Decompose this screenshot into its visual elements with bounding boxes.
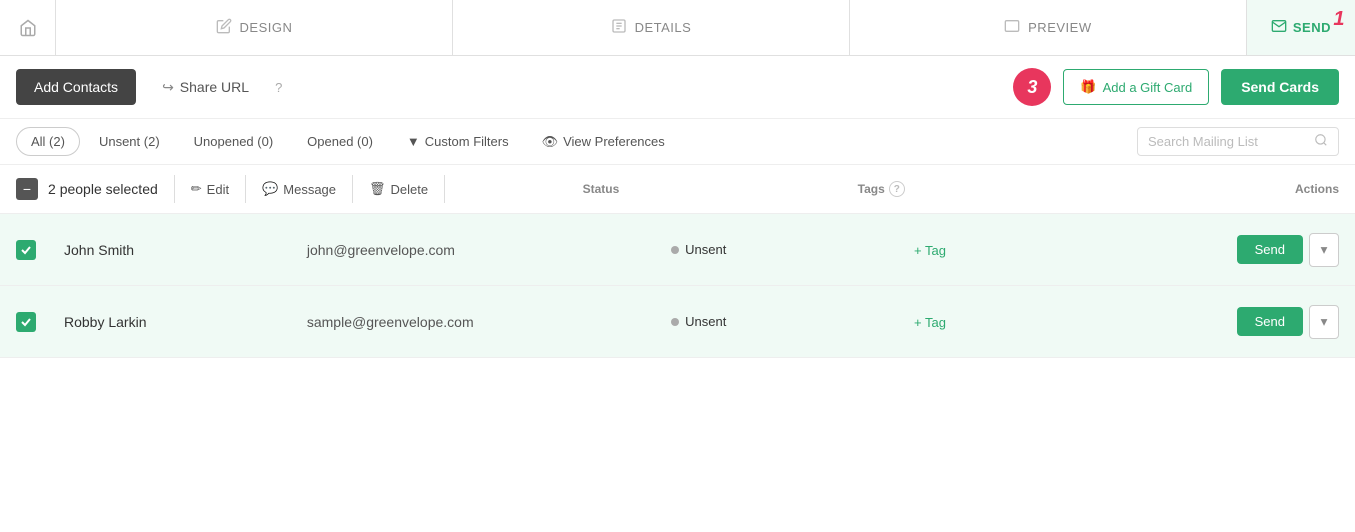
add-tag-button[interactable]: + Tag	[914, 243, 946, 258]
share-url-button[interactable]: ↪ Share URL	[148, 69, 263, 106]
chevron-down-icon: ▾	[1321, 242, 1328, 258]
send-contact-button[interactable]: Send	[1237, 235, 1303, 264]
filter-tab-opened[interactable]: Opened (0)	[292, 127, 388, 156]
edit-icon: ✏	[191, 181, 202, 197]
contact-tags: + Tag	[914, 314, 1157, 330]
deselect-all-button[interactable]: −	[16, 178, 38, 200]
tab-details[interactable]: DETAILS	[453, 0, 850, 55]
filter-bar: All (2) Unsent (2) Unopened (0) Opened (…	[0, 119, 1355, 165]
chevron-down-icon: ▾	[1321, 314, 1328, 330]
tags-col-header: Tags ?	[858, 181, 1133, 197]
eye-icon: 👁	[542, 134, 559, 150]
share-icon: ↪	[162, 79, 174, 96]
custom-filters-button[interactable]: ▼ Custom Filters	[392, 127, 524, 156]
checkbox-cell	[16, 312, 56, 332]
status-dot	[671, 318, 679, 326]
contact-row-john-smith: John Smith john@greenvelope.com Unsent +…	[0, 214, 1355, 286]
actions-col-header: Actions	[1133, 182, 1339, 196]
contact-checkbox-robby-larkin[interactable]	[16, 312, 36, 332]
contact-status: Unsent	[671, 242, 914, 257]
preview-icon	[1004, 18, 1020, 37]
filter-tab-unsent[interactable]: Unsent (2)	[84, 127, 175, 156]
details-icon	[611, 18, 627, 37]
contact-checkbox-john-smith[interactable]	[16, 240, 36, 260]
tab-design[interactable]: DESIGN	[56, 0, 453, 55]
status-dot	[671, 246, 679, 254]
delete-selected-button[interactable]: 🗑 Delete	[353, 175, 445, 203]
filter-icon: ▼	[407, 134, 420, 149]
contact-row-robby-larkin: Robby Larkin sample@greenvelope.com Unse…	[0, 286, 1355, 358]
contact-email: john@greenvelope.com	[307, 242, 671, 258]
send-contact-button[interactable]: Send	[1237, 307, 1303, 336]
delete-icon: 🗑	[369, 181, 386, 197]
contact-email: sample@greenvelope.com	[307, 314, 671, 330]
design-icon	[216, 18, 232, 37]
contact-tags: + Tag	[914, 242, 1157, 258]
search-mailing-input[interactable]	[1148, 134, 1308, 149]
send-step-badge: 1	[1333, 8, 1345, 31]
help-icon[interactable]: ?	[275, 80, 282, 95]
contact-name: John Smith	[56, 242, 307, 258]
edit-selected-button[interactable]: ✏ Edit	[174, 175, 246, 203]
tab-preview-label: PREVIEW	[1028, 20, 1091, 35]
selection-count: 2 people selected	[48, 181, 158, 197]
status-text: Unsent	[685, 314, 726, 329]
contact-actions: Send ▾	[1157, 233, 1339, 267]
message-selected-button[interactable]: 💬 Message	[246, 175, 353, 203]
home-button[interactable]	[0, 0, 56, 55]
step3-badge: 3	[1013, 68, 1051, 106]
search-mailing-container[interactable]	[1137, 127, 1339, 156]
checkbox-cell	[16, 240, 56, 260]
main-toolbar: Add Contacts ↪ Share URL ? 3 🎁 Add a Gif…	[0, 56, 1355, 119]
tab-send[interactable]: SEND 1	[1247, 0, 1355, 55]
contacts-list: John Smith john@greenvelope.com Unsent +…	[0, 214, 1355, 358]
status-text: Unsent	[685, 242, 726, 257]
send-cards-button[interactable]: Send Cards	[1221, 69, 1339, 105]
add-tag-button[interactable]: + Tag	[914, 315, 946, 330]
send-mail-icon	[1271, 18, 1287, 37]
contact-status: Unsent	[671, 314, 914, 329]
tab-design-label: DESIGN	[240, 20, 293, 35]
add-contacts-button[interactable]: Add Contacts	[16, 69, 136, 105]
view-preferences-button[interactable]: 👁 View Preferences	[528, 128, 679, 156]
tags-help-icon[interactable]: ?	[889, 181, 905, 197]
selection-bar: − 2 people selected ✏ Edit 💬 Message 🗑 D…	[0, 165, 1355, 214]
message-icon: 💬	[262, 181, 278, 197]
send-tab-label: SEND	[1293, 20, 1331, 35]
contact-actions-dropdown[interactable]: ▾	[1309, 233, 1339, 267]
tab-details-label: DETAILS	[635, 20, 692, 35]
tab-preview[interactable]: PREVIEW	[850, 0, 1247, 55]
filter-tab-all[interactable]: All (2)	[16, 127, 80, 156]
contact-actions: Send ▾	[1157, 305, 1339, 339]
filter-tab-unopened[interactable]: Unopened (0)	[179, 127, 289, 156]
contact-name: Robby Larkin	[56, 314, 307, 330]
status-col-header: Status	[583, 182, 858, 196]
add-gift-card-button[interactable]: 🎁 Add a Gift Card	[1063, 69, 1209, 105]
gift-icon: 🎁	[1080, 79, 1096, 95]
top-navigation: DESIGN DETAILS PREVIEW SEND 1	[0, 0, 1355, 56]
search-icon	[1314, 133, 1328, 150]
contact-actions-dropdown[interactable]: ▾	[1309, 305, 1339, 339]
